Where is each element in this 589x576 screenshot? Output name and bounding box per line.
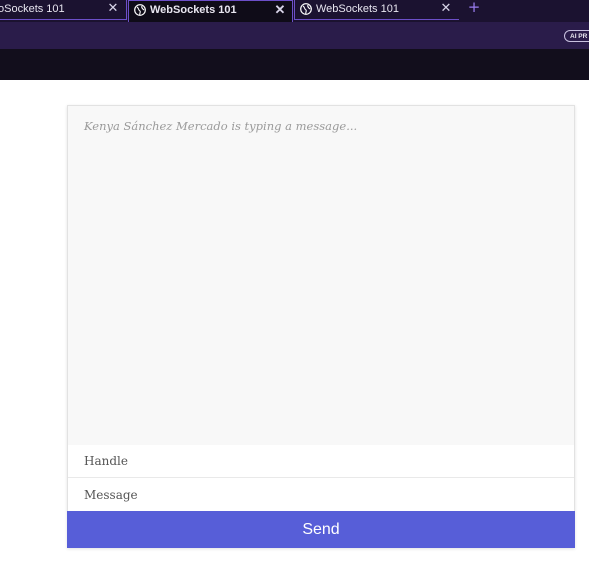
browser-tab-3[interactable]: WebSockets 101 ✕ xyxy=(294,0,459,20)
close-icon[interactable]: ✕ xyxy=(439,1,453,15)
browser-toolbar: AI PR xyxy=(0,22,589,49)
tab-title: WebSockets 101 xyxy=(150,4,237,16)
close-icon[interactable]: ✕ xyxy=(273,3,287,17)
close-icon[interactable]: ✕ xyxy=(106,1,120,15)
handle-input[interactable] xyxy=(68,445,574,478)
browser-tab-bar: oSockets 101 ✕ WebSockets 101 ✕ WebSocke… xyxy=(0,0,589,22)
chat-container: Kenya Sánchez Mercado is typing a messag… xyxy=(67,105,575,548)
browser-toolbar-lower xyxy=(0,49,589,80)
chat-window: Kenya Sánchez Mercado is typing a messag… xyxy=(68,106,574,446)
tab-title: WebSockets 101 xyxy=(316,3,399,15)
tab-title: oSockets 101 xyxy=(0,3,65,15)
ai-badge-button[interactable]: AI PR xyxy=(564,30,589,42)
browser-tab-2-active[interactable]: WebSockets 101 ✕ xyxy=(128,0,293,22)
typing-feedback: Kenya Sánchez Mercado is typing a messag… xyxy=(84,119,358,133)
message-input[interactable] xyxy=(68,478,574,511)
globe-icon xyxy=(134,4,146,16)
browser-tab-1[interactable]: oSockets 101 ✕ xyxy=(0,0,127,20)
send-button[interactable]: Send xyxy=(67,511,575,548)
globe-icon xyxy=(300,3,312,15)
new-tab-button[interactable]: + xyxy=(466,0,482,16)
